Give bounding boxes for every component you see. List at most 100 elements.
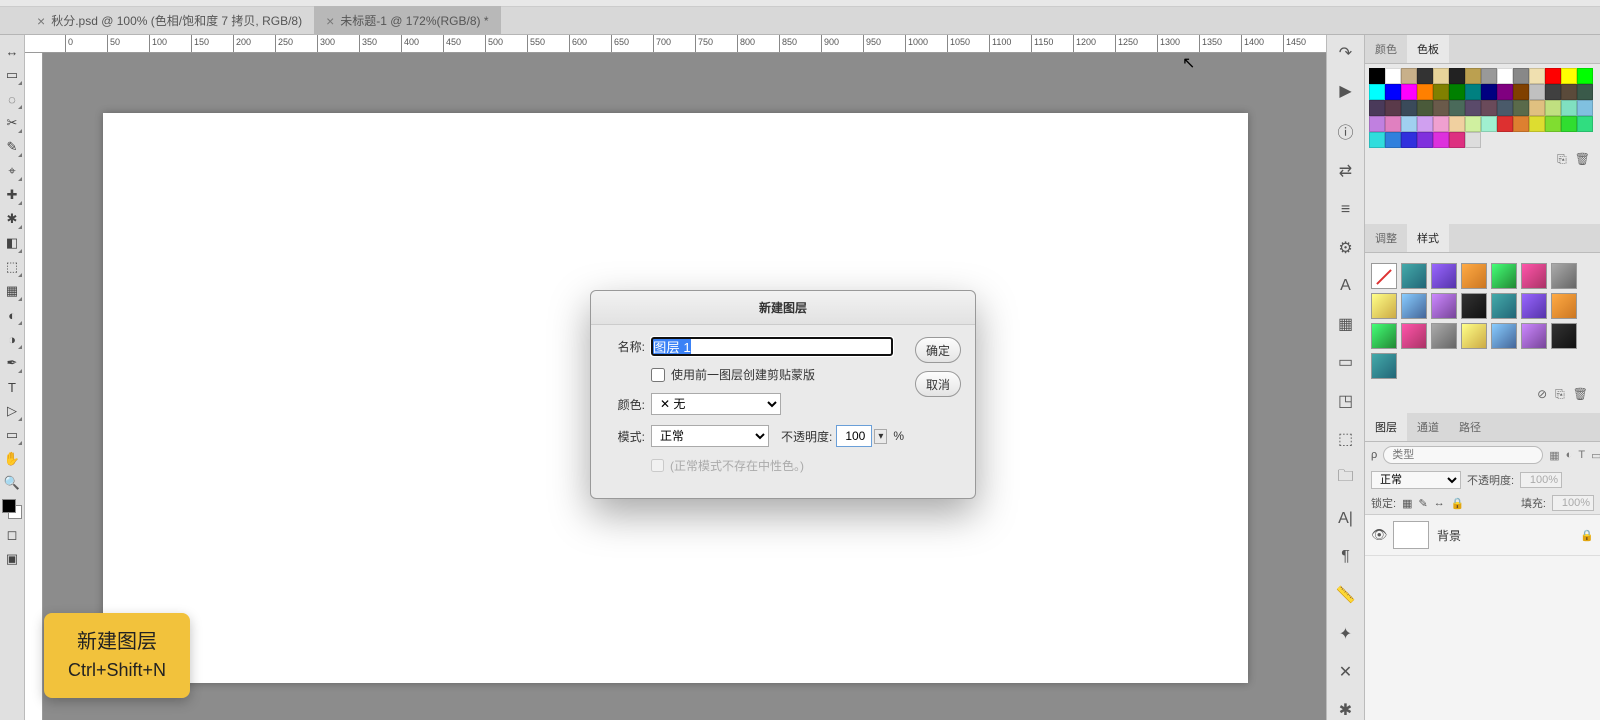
swatch[interactable]	[1449, 84, 1465, 100]
color-select[interactable]: ✕ 无	[651, 393, 781, 415]
star-icon[interactable]: ✱	[1334, 700, 1358, 720]
history-icon[interactable]: ↷	[1334, 43, 1358, 63]
swatch[interactable]	[1385, 132, 1401, 148]
swatch[interactable]	[1465, 68, 1481, 84]
swatch[interactable]	[1481, 116, 1497, 132]
close-icon[interactable]: ×	[37, 13, 45, 29]
swatch[interactable]	[1433, 132, 1449, 148]
card-icon[interactable]: ▭	[1334, 352, 1358, 372]
swatch[interactable]	[1369, 100, 1385, 116]
swatch[interactable]	[1513, 116, 1529, 132]
swatch[interactable]	[1401, 132, 1417, 148]
swatch[interactable]	[1561, 84, 1577, 100]
doc-tab-1[interactable]: × 秋分.psd @ 100% (色相/饱和度 7 拷贝, RGB/8)	[25, 6, 314, 35]
swatch[interactable]	[1449, 68, 1465, 84]
no-style-icon[interactable]: ⊘	[1537, 387, 1547, 402]
swatch[interactable]	[1385, 100, 1401, 116]
clip-mask-checkbox[interactable]	[651, 368, 665, 382]
swatch[interactable]	[1561, 100, 1577, 116]
lock-trans-icon[interactable]: ▦	[1402, 497, 1412, 510]
brush-tool[interactable]: ✚	[1, 184, 23, 206]
swatch[interactable]	[1401, 116, 1417, 132]
path-select-tool[interactable]: ▷	[1, 400, 23, 422]
visibility-icon[interactable]: 👁	[1371, 527, 1385, 543]
crop-tool[interactable]: ✂	[1, 112, 23, 134]
char-icon[interactable]: A|	[1334, 509, 1358, 529]
para-icon[interactable]: ¶	[1334, 547, 1358, 567]
actions-icon[interactable]: ▶	[1334, 81, 1358, 101]
swatch[interactable]	[1417, 84, 1433, 100]
grid-icon[interactable]: ▦	[1334, 314, 1358, 334]
swatch[interactable]	[1385, 68, 1401, 84]
eyedropper-tool[interactable]: ✎	[1, 136, 23, 158]
folder-icon[interactable]: 🗀	[1334, 467, 1358, 491]
swatch[interactable]	[1449, 100, 1465, 116]
swatch[interactable]	[1529, 68, 1545, 84]
swatch[interactable]	[1513, 84, 1529, 100]
fill-value[interactable]: 100%	[1552, 495, 1594, 511]
style-preset[interactable]	[1551, 323, 1577, 349]
swatch[interactable]	[1577, 68, 1593, 84]
style-preset[interactable]	[1551, 263, 1577, 289]
eraser-tool[interactable]: ⬚	[1, 256, 23, 278]
swatch[interactable]	[1417, 132, 1433, 148]
style-preset[interactable]	[1461, 323, 1487, 349]
swatch[interactable]	[1465, 132, 1481, 148]
shape-tool[interactable]: ▭	[1, 424, 23, 446]
dodge-tool[interactable]: ◑	[1, 328, 23, 350]
new-swatch-icon[interactable]: ⎘	[1557, 152, 1567, 167]
swatch[interactable]	[1561, 116, 1577, 132]
swatch[interactable]	[1513, 68, 1529, 84]
swatch[interactable]	[1545, 116, 1561, 132]
new-style-icon[interactable]: ⎘	[1555, 387, 1565, 402]
swatch[interactable]	[1369, 68, 1385, 84]
history-brush-tool[interactable]: ◧	[1, 232, 23, 254]
type-panel-icon[interactable]: A	[1334, 276, 1358, 296]
swatch[interactable]	[1369, 84, 1385, 100]
center-icon[interactable]: ✦	[1334, 623, 1358, 643]
tab-paths[interactable]: 路径	[1449, 413, 1491, 441]
doc-tab-2[interactable]: × 未标题-1 @ 172%(RGB/8) *	[314, 6, 500, 35]
style-preset[interactable]	[1371, 263, 1397, 289]
measure-icon[interactable]: 📏	[1334, 585, 1358, 605]
swatch[interactable]	[1433, 100, 1449, 116]
swatch[interactable]	[1481, 84, 1497, 100]
blend-mode-select[interactable]: 正常	[1371, 471, 1461, 489]
swatch[interactable]	[1449, 132, 1465, 148]
swatch[interactable]	[1401, 84, 1417, 100]
swatch[interactable]	[1385, 84, 1401, 100]
blur-tool[interactable]: ◐	[1, 304, 23, 326]
swatch[interactable]	[1385, 116, 1401, 132]
style-preset[interactable]	[1431, 293, 1457, 319]
screen-mode[interactable]: ▣	[1, 548, 23, 570]
filter-shape-icon[interactable]: ▭	[1591, 448, 1600, 462]
swatch[interactable]	[1401, 100, 1417, 116]
swatch[interactable]	[1529, 100, 1545, 116]
swatch[interactable]	[1433, 68, 1449, 84]
swatch[interactable]	[1529, 84, 1545, 100]
swatch[interactable]	[1497, 100, 1513, 116]
opacity-dropdown[interactable]: ▾	[874, 429, 887, 444]
heal-tool[interactable]: ⌖	[1, 160, 23, 182]
style-preset[interactable]	[1371, 323, 1397, 349]
cancel-button[interactable]: 取消	[915, 371, 961, 397]
pen-tool[interactable]: ✒	[1, 352, 23, 374]
swatch[interactable]	[1433, 116, 1449, 132]
swatch[interactable]	[1401, 68, 1417, 84]
ok-button[interactable]: 确定	[915, 337, 961, 363]
trash-icon[interactable]: 🗑	[1575, 152, 1590, 167]
fg-bg-colors[interactable]	[2, 499, 22, 519]
swatch[interactable]	[1561, 68, 1577, 84]
swatch[interactable]	[1481, 68, 1497, 84]
scissors-icon[interactable]: ✕	[1334, 662, 1358, 682]
swatch[interactable]	[1417, 100, 1433, 116]
style-preset[interactable]	[1491, 323, 1517, 349]
style-preset[interactable]	[1461, 293, 1487, 319]
tab-channels[interactable]: 通道	[1407, 413, 1449, 441]
swatch[interactable]	[1545, 68, 1561, 84]
style-preset[interactable]	[1401, 263, 1427, 289]
swatch[interactable]	[1529, 116, 1545, 132]
align-icon[interactable]: ≡	[1334, 200, 1358, 220]
style-preset[interactable]	[1521, 323, 1547, 349]
lock-pixel-icon[interactable]: ✎	[1418, 497, 1427, 510]
